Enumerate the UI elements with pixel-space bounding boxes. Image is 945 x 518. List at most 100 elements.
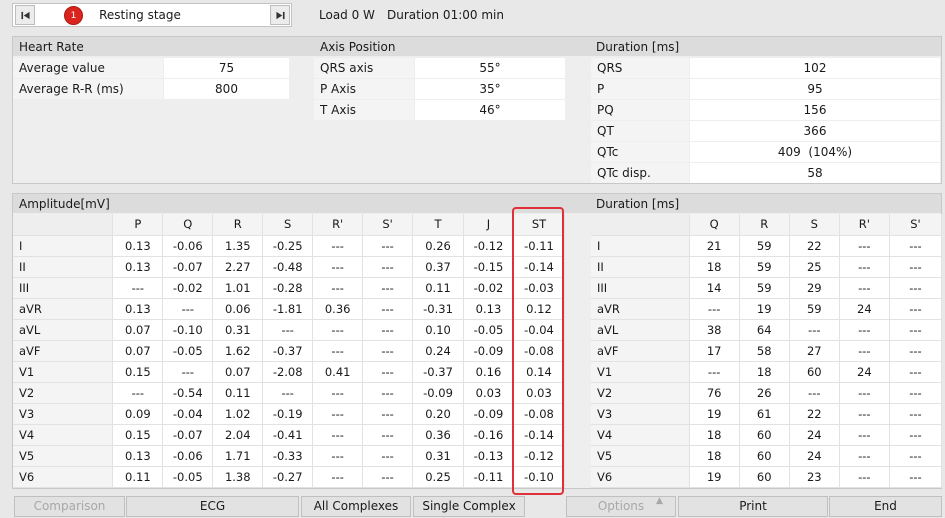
amplitude-cell: 1.38 <box>212 466 264 488</box>
lead-duration-cell: 18 <box>689 256 740 278</box>
amplitude-cell: 1.71 <box>212 445 264 467</box>
lead-duration-cell: 18 <box>739 361 790 383</box>
lead-measurements-panel: Amplitude[mV] Duration [ms] P Q R S R' S' T J ST… <box>12 193 943 489</box>
amplitude-cell: 0.03 <box>513 382 566 404</box>
amplitude-cell: --- <box>362 361 414 383</box>
amplitude-lead-label: aVL <box>13 319 114 341</box>
amplitude-cell: -0.08 <box>513 340 566 362</box>
lead-duration-lead-label: III <box>591 277 690 299</box>
lead-duration-lead-label: V2 <box>591 382 690 404</box>
lead-duration-cell: --- <box>889 235 943 257</box>
amplitude-column-header: S <box>262 214 314 236</box>
lead-duration-cell: 21 <box>689 235 740 257</box>
amplitude-cell: 0.14 <box>513 361 566 383</box>
ecg-button[interactable]: ECG <box>126 496 299 517</box>
lead-duration-row: I 21 59 22 --- --- <box>591 235 943 257</box>
lead-duration-cell: 29 <box>789 277 840 299</box>
skip-first-icon[interactable] <box>15 5 35 25</box>
summary-panel: Heart Rate Axis Position Duration [ms] A… <box>12 36 942 184</box>
amplitude-cell: --- <box>162 298 214 320</box>
skip-last-icon[interactable] <box>270 5 290 25</box>
lead-duration-cell: --- <box>789 319 840 341</box>
amplitude-cell: 1.01 <box>212 277 264 299</box>
amplitude-row: aVF 0.07 -0.05 1.62 -0.37 --- --- 0.24 -0.09 -0.0… <box>13 340 566 362</box>
duration-title: Duration [ms] <box>596 40 680 54</box>
amplitude-column-header: S' <box>362 214 414 236</box>
qrs-axis-row: QRS axis 55° <box>314 58 574 78</box>
lead-duration-cell: --- <box>889 361 943 383</box>
single-complex-button[interactable]: Single Complex <box>413 496 525 517</box>
stage-name[interactable]: Resting stage <box>85 8 195 22</box>
lead-duration-cell: --- <box>889 382 943 404</box>
lead-duration-cell: 60 <box>739 466 790 488</box>
amplitude-cell: -0.33 <box>262 445 314 467</box>
stage-toolbar: 1 Resting stage Load 0 W Duration 01:00 … <box>0 0 945 32</box>
lead-duration-cell: --- <box>889 319 943 341</box>
lead-duration-row: aVF 17 58 27 --- --- <box>591 340 943 362</box>
lead-duration-cell: --- <box>889 298 943 320</box>
amplitude-row: I 0.13 -0.06 1.35 -0.25 --- --- 0.26 -0.12 -0.11 <box>13 235 566 257</box>
amplitude-title: Amplitude[mV] <box>19 197 110 211</box>
duration-p-row: P 95 <box>591 79 942 99</box>
amplitude-cell: -0.28 <box>262 277 314 299</box>
amplitude-cell: --- <box>312 340 364 362</box>
duration-qtc-disp-label: QTc disp. <box>591 163 689 183</box>
lead-duration-cell: --- <box>889 424 943 446</box>
amplitude-cell: -0.07 <box>162 424 214 446</box>
lead-duration-column-header: S <box>789 214 840 236</box>
amplitude-cell: 2.27 <box>212 256 264 278</box>
amplitude-cell: -0.04 <box>162 403 214 425</box>
axis-position-title: Axis Position <box>320 40 396 54</box>
amplitude-cell: --- <box>312 235 364 257</box>
qrs-axis-label: QRS axis <box>314 58 414 78</box>
amplitude-cell: -0.25 <box>262 235 314 257</box>
print-button[interactable]: Print <box>678 496 828 517</box>
duration-pq-row: PQ 156 <box>591 100 942 120</box>
lead-duration-cell: --- <box>839 277 890 299</box>
lead-duration-cell: 19 <box>689 403 740 425</box>
lead-duration-corner-cell <box>591 214 690 236</box>
amplitude-cell: --- <box>362 445 414 467</box>
amplitude-cell: 0.25 <box>412 466 464 488</box>
amplitude-cell: --- <box>362 340 414 362</box>
amplitude-cell: -0.48 <box>262 256 314 278</box>
amplitude-column-header: R <box>212 214 264 236</box>
lead-duration-cell: --- <box>889 403 943 425</box>
lead-duration-column-header: R <box>739 214 790 236</box>
heart-rate-rr-row: Average R-R (ms) 800 <box>13 79 303 99</box>
amplitude-cell: --- <box>262 382 314 404</box>
qrs-axis-value: 55° <box>415 58 565 78</box>
amplitude-cell: -0.07 <box>162 256 214 278</box>
end-button[interactable]: End <box>829 496 942 517</box>
lead-duration-row: III 14 59 29 --- --- <box>591 277 943 299</box>
amplitude-cell: 0.13 <box>112 235 164 257</box>
amplitude-table: P Q R S R' S' T J ST I 0.13 -0.06 1.35 -0.25 --- --- 0.… <box>13 214 566 488</box>
amplitude-cell: 0.37 <box>412 256 464 278</box>
amplitude-column-header: J <box>463 214 514 236</box>
amplitude-cell: 1.02 <box>212 403 264 425</box>
amplitude-lead-label: V3 <box>13 403 114 425</box>
lead-duration-cell: 60 <box>739 424 790 446</box>
lead-duration-cell: 24 <box>839 298 890 320</box>
amplitude-row: aVR 0.13 --- 0.06 -1.81 0.36 --- -0.31 0.13 0.12 <box>13 298 566 320</box>
amplitude-column-header: T <box>412 214 464 236</box>
duration-qtc-value: 409 (104%) <box>690 142 940 162</box>
amplitude-cell: --- <box>312 424 364 446</box>
lead-duration-cell: 59 <box>789 298 840 320</box>
amplitude-cell: -0.13 <box>463 445 514 467</box>
amplitude-cell: 0.20 <box>412 403 464 425</box>
amplitude-row: V4 0.15 -0.07 2.04 -0.41 --- --- 0.36 -0.16 -0.14 <box>13 424 566 446</box>
amplitude-cell: 0.16 <box>463 361 514 383</box>
amplitude-cell: -0.09 <box>412 382 464 404</box>
amplitude-table-body: I 0.13 -0.06 1.35 -0.25 --- --- 0.26 -0.12 -0.11 I… <box>13 235 566 488</box>
duration-qt-row: QT 366 <box>591 121 942 141</box>
amplitude-cell: -0.08 <box>513 403 566 425</box>
amplitude-cell: -0.54 <box>162 382 214 404</box>
amplitude-cell: --- <box>362 256 414 278</box>
all-complexes-button[interactable]: All Complexes <box>301 496 411 517</box>
duration-qrs-value: 102 <box>690 58 940 78</box>
duration-pq-label: PQ <box>591 100 689 120</box>
amplitude-cell: --- <box>312 466 364 488</box>
amplitude-cell: 0.31 <box>412 445 464 467</box>
comparison-button[interactable]: Comparison <box>14 496 125 517</box>
